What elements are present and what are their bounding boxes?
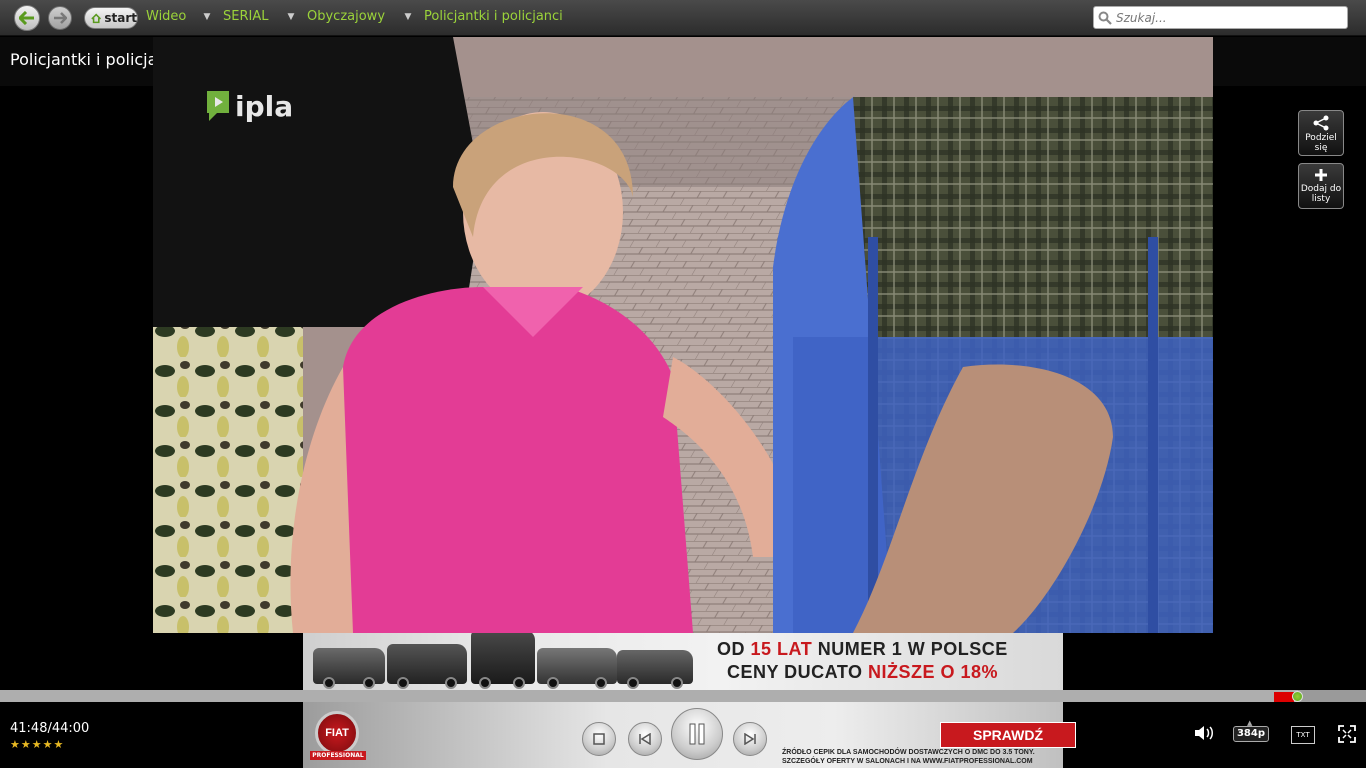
van-image (537, 648, 617, 689)
player-controls: 41:48/44:00 ★★★★★ FIAT PROFESSIONAL SPRA… (0, 702, 1366, 768)
pause-icon (689, 723, 705, 745)
ad-marker (1274, 692, 1294, 702)
fullscreen-icon (1338, 725, 1356, 743)
breadcrumb-obyczajowy[interactable]: Obyczajowy (307, 9, 385, 24)
stop-icon (593, 733, 605, 745)
ad-disclaimer: SZCZEGÓŁY OFERTY W SALONACH I NA WWW.FIA… (782, 758, 1033, 765)
ad-banner[interactable]: OD 15 LAT NUMER 1 W POLSCE CENY DUCATO N… (303, 633, 1063, 690)
ad-cta-button[interactable]: SPRAWDŹ (940, 722, 1076, 748)
stop-button[interactable] (582, 722, 616, 756)
volume-button[interactable] (1193, 724, 1215, 746)
chevron-down-icon[interactable]: ▼ (401, 10, 415, 24)
progress-fill (0, 690, 1298, 702)
ad-disclaimer: ŹRÓDŁO CEPIK DLA SAMOCHODÓW DOSTAWCZYCH … (782, 749, 1035, 756)
pause-button[interactable] (671, 708, 723, 760)
video-frame[interactable]: ipla (153, 37, 1213, 633)
top-navigation-bar: start Wideo ▼ SERIAL ▼ Obyczajowy ▼ Poli… (0, 0, 1366, 36)
arrow-right-icon (54, 12, 67, 24)
chevron-down-icon[interactable]: ▼ (284, 10, 298, 24)
subtitles-button[interactable]: TXT (1291, 726, 1315, 744)
breadcrumb-wideo[interactable]: Wideo (146, 9, 186, 24)
breadcrumb-serial[interactable]: SERIAL (223, 9, 268, 24)
arrow-left-icon (19, 11, 34, 25)
search-box (1093, 6, 1348, 29)
forward-button[interactable] (48, 6, 72, 30)
start-button[interactable]: start (84, 7, 138, 29)
back-button[interactable] (14, 5, 40, 31)
ad-headline: OD 15 LAT NUMER 1 W POLSCE (717, 639, 1008, 660)
home-icon (91, 13, 102, 23)
progress-handle[interactable] (1292, 691, 1303, 702)
ipla-player-page: start Wideo ▼ SERIAL ▼ Obyczajowy ▼ Poli… (0, 0, 1366, 768)
skip-forward-icon (744, 733, 756, 745)
van-image (313, 648, 385, 689)
ad-headline-suffix: NUMER 1 W POLSCE (812, 639, 1008, 659)
share-icon (1313, 115, 1329, 131)
add-label: Dodaj do listy (1300, 184, 1342, 204)
next-button[interactable] (733, 722, 767, 756)
share-button[interactable]: Podziel się (1298, 110, 1344, 156)
search-icon (1098, 11, 1112, 25)
volume-icon (1195, 726, 1213, 740)
van-image (471, 633, 535, 689)
share-label: Podziel się (1305, 133, 1337, 153)
fullscreen-button[interactable] (1338, 725, 1356, 747)
previous-button[interactable] (628, 722, 662, 756)
video-still (153, 37, 1213, 633)
ad-subheadline-highlight: NIŻSZE O 18% (868, 662, 999, 682)
quality-selector[interactable]: 384p (1233, 726, 1269, 742)
progress-bar[interactable] (0, 690, 1366, 702)
ipla-label: ipla (235, 89, 294, 123)
breadcrumb-series[interactable]: Policjantki i policjanci (424, 9, 563, 24)
ipla-logo-icon (207, 91, 229, 121)
skip-back-icon (639, 733, 651, 745)
ad-subheadline-prefix: CENY DUCATO (727, 662, 869, 682)
time-display: 41:48/44:00 (10, 721, 90, 736)
van-image (617, 650, 693, 689)
rating-stars[interactable]: ★★★★★ (10, 738, 64, 751)
search-input[interactable] (1116, 10, 1336, 25)
ipla-watermark: ipla (205, 89, 293, 123)
add-to-list-button[interactable]: Dodaj do listy (1298, 163, 1344, 209)
fiat-logo[interactable]: FIAT (315, 711, 359, 755)
chevron-down-icon[interactable]: ▼ (200, 10, 214, 24)
plus-icon (1315, 169, 1327, 181)
ad-headline-prefix: OD (717, 639, 751, 659)
fiat-professional-label: PROFESSIONAL (310, 751, 366, 760)
van-image (387, 644, 467, 689)
ad-subheadline: CENY DUCATO NIŻSZE O 18% (727, 662, 998, 683)
ad-headline-highlight: 15 LAT (750, 639, 813, 659)
start-label: start (104, 11, 137, 25)
